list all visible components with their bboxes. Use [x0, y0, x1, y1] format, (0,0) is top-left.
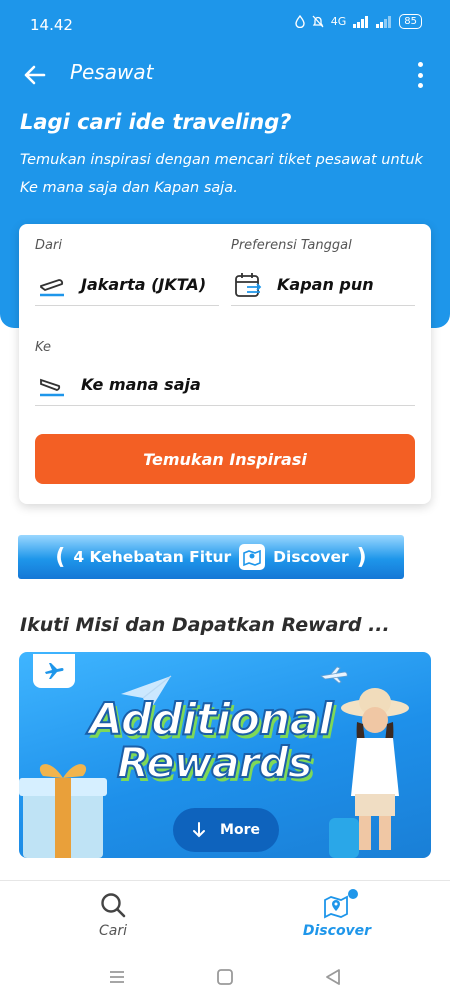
discover-map-pin-icon — [324, 895, 348, 919]
banner-open-paren: ( — [55, 544, 66, 570]
more-label: More — [220, 822, 260, 838]
app-bar: Pesawat — [0, 52, 450, 98]
home-icon[interactable] — [214, 966, 236, 988]
status-bar: 14.42 4G 85 — [0, 0, 450, 52]
system-navigation-bar — [0, 958, 450, 1000]
traveler-illustration — [329, 688, 409, 858]
nav-label-discover: Discover — [302, 923, 372, 939]
more-button[interactable]: More — [173, 808, 279, 852]
plane-takeoff-icon — [40, 278, 64, 296]
to-field[interactable]: Ke mana saja — [35, 364, 415, 406]
status-time: 14.42 — [30, 16, 73, 34]
date-value: Kapan pun — [277, 275, 374, 294]
water-drop-icon — [295, 15, 305, 28]
to-value: Ke mana saja — [81, 375, 201, 394]
battery-indicator: 85 — [399, 14, 422, 29]
banner-brand: Discover — [273, 548, 349, 566]
hero-title: Lagi cari ide traveling? — [20, 110, 292, 134]
missions-title: Ikuti Misi dan Dapatkan Reward ... — [20, 614, 390, 636]
plane-badge-icon — [33, 654, 75, 688]
banner-label: 4 Kehebatan Fitur — [73, 548, 232, 566]
notification-dot — [348, 889, 358, 899]
discover-features-banner[interactable]: ( 4 Kehebatan Fitur Discover ) — [18, 535, 404, 579]
hero-subtitle: Temukan inspirasi dengan mencari tiket p… — [20, 152, 423, 196]
discover-map-icon — [239, 544, 266, 570]
more-options-icon[interactable] — [416, 62, 424, 88]
back-icon[interactable] — [322, 966, 344, 988]
from-value: Jakarta (JKTA) — [81, 275, 207, 294]
additional-rewards-promo[interactable]: Additional Rewards More — [19, 652, 431, 858]
plane-landing-icon — [40, 378, 64, 396]
banner-close-paren: ) — [356, 544, 367, 570]
arrow-down-icon — [193, 822, 206, 838]
signal-icon — [353, 15, 369, 28]
nav-label-cari: Cari — [99, 923, 127, 939]
promo-title-line2: Rewards — [116, 737, 314, 788]
from-label: Dari — [35, 238, 62, 253]
signal-icon-2 — [376, 15, 392, 28]
network-type: 4G — [330, 15, 347, 28]
search-card: Dari Jakarta (JKTA) Preferensi Tanggal K… — [19, 224, 431, 504]
from-field[interactable]: Jakarta (JKTA) — [35, 264, 219, 306]
date-field[interactable]: Kapan pun — [231, 264, 415, 306]
gift-box-icon — [19, 764, 107, 858]
status-icons: 4G 85 — [295, 14, 422, 29]
nav-item-discover[interactable]: Discover — [282, 889, 392, 951]
to-label: Ke — [35, 340, 52, 355]
recent-apps-icon[interactable] — [106, 966, 128, 988]
search-icon — [101, 893, 126, 918]
page-title: Pesawat — [70, 60, 154, 84]
calendar-arrows-icon — [235, 272, 262, 297]
nav-item-cari[interactable]: Cari — [58, 891, 168, 951]
bell-off-icon — [312, 15, 324, 28]
back-arrow-icon[interactable] — [22, 62, 48, 88]
date-label: Preferensi Tanggal — [231, 238, 352, 253]
find-inspiration-button[interactable]: Temukan Inspirasi — [35, 434, 415, 484]
bottom-navigation: Cari Discover — [0, 880, 450, 958]
